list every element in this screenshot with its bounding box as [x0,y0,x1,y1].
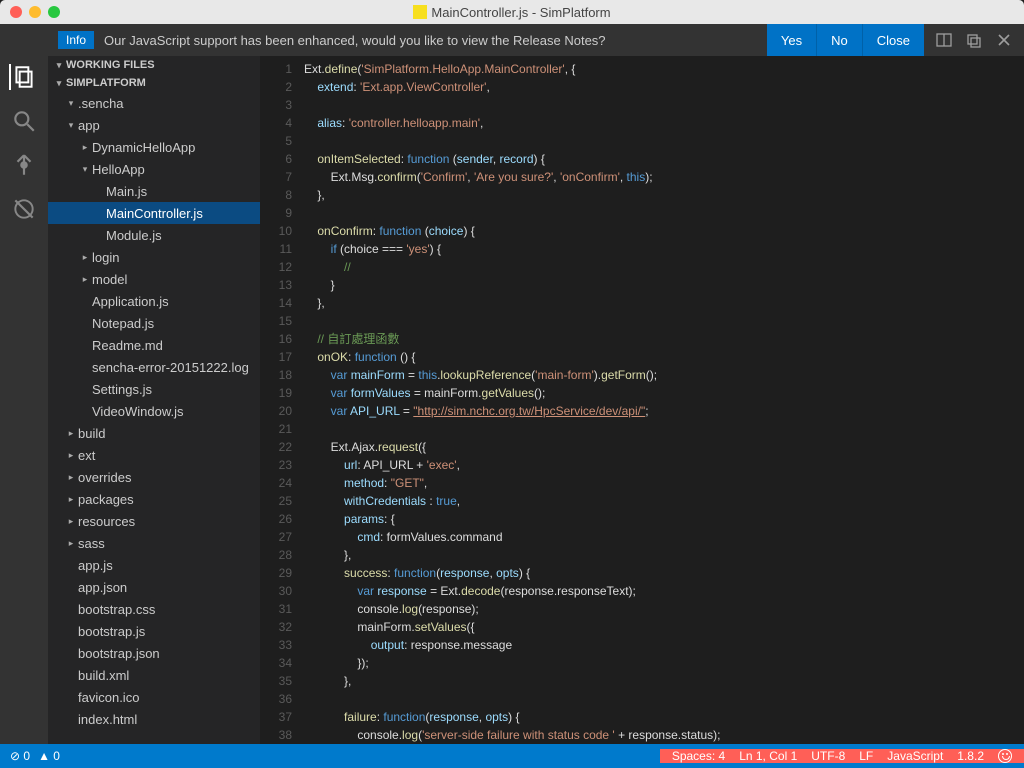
file-item[interactable]: index.html [48,708,260,730]
folder-item[interactable]: ▸sass [48,532,260,554]
sidebar: EXPLORER ▾WORKING FILES ▾SIMPLATFORM ▾.s… [48,24,260,744]
folder-item[interactable]: ▾app [48,114,260,136]
explorer-icon[interactable] [11,64,37,90]
folder-item[interactable]: ▸overrides [48,466,260,488]
titlebar: MainController.js - SimPlatform [0,0,1024,24]
file-item[interactable]: Main.js [48,180,260,202]
status-encoding[interactable]: UTF-8 [811,749,845,763]
folder-item[interactable]: ▸resources [48,510,260,532]
status-errors[interactable]: ⊘ 0 [10,749,30,763]
file-item[interactable]: Notepad.js [48,312,260,334]
file-item[interactable]: Settings.js [48,378,260,400]
info-text: Our JavaScript support has been enhanced… [104,33,767,48]
status-position[interactable]: Ln 1, Col 1 [739,749,797,763]
activity-bar [0,24,48,744]
file-item[interactable]: sencha-error-20151222.log [48,356,260,378]
js-file-icon [413,5,427,19]
working-files-header[interactable]: ▾WORKING FILES [48,56,260,74]
folder-item[interactable]: ▸build [48,422,260,444]
git-icon[interactable] [11,152,37,178]
info-no-button[interactable]: No [816,24,862,56]
file-item[interactable]: Application.js [48,290,260,312]
folder-item[interactable]: ▾.sencha [48,92,260,114]
code-area[interactable]: Ext.define('SimPlatform.HelloApp.MainCon… [304,56,1024,744]
info-yes-button[interactable]: Yes [767,24,816,56]
folder-item[interactable]: ▸model [48,268,260,290]
line-gutter: 1234567891011121314151617181920212223242… [260,56,304,744]
folder-item[interactable]: ▸ext [48,444,260,466]
folder-item[interactable]: ▸login [48,246,260,268]
split-editor-icon[interactable] [936,32,952,48]
file-item[interactable]: app.js [48,554,260,576]
folder-item[interactable]: ▸packages [48,488,260,510]
minimize-window-button[interactable] [29,6,41,18]
folder-item[interactable]: ▾HelloApp [48,158,260,180]
debug-icon[interactable] [11,196,37,222]
status-spaces[interactable]: Spaces: 4 [672,749,725,763]
close-editor-icon[interactable] [996,32,1012,48]
status-bar: ⊘ 0 ▲ 0 Spaces: 4 Ln 1, Col 1 UTF-8 LF J… [0,744,1024,768]
folder-item[interactable]: ▸DynamicHelloApp [48,136,260,158]
overflow-icon[interactable] [966,32,982,48]
file-tree: ▾.sencha▾app▸DynamicHelloApp▾HelloAppMai… [48,92,260,744]
file-item[interactable]: Readme.md [48,334,260,356]
editor[interactable]: 1234567891011121314151617181920212223242… [260,24,1024,744]
file-item[interactable]: Module.js [48,224,260,246]
close-window-button[interactable] [10,6,22,18]
info-badge: Info [58,31,94,49]
feedback-icon[interactable] [998,749,1012,763]
maximize-window-button[interactable] [48,6,60,18]
file-item[interactable]: app.json [48,576,260,598]
file-item[interactable]: MainController.js [48,202,260,224]
window-controls [0,6,60,18]
search-icon[interactable] [11,108,37,134]
status-version: 1.8.2 [957,749,984,763]
project-header[interactable]: ▾SIMPLATFORM [48,74,260,92]
file-item[interactable]: bootstrap.json [48,642,260,664]
file-item[interactable]: bootstrap.css [48,598,260,620]
window-title: MainController.js - SimPlatform [0,5,1024,20]
file-item[interactable]: bootstrap.js [48,620,260,642]
status-language[interactable]: JavaScript [887,749,943,763]
status-eol[interactable]: LF [859,749,873,763]
file-item[interactable]: build.xml [48,664,260,686]
info-bar: Info Our JavaScript support has been enh… [48,24,1024,56]
info-close-button[interactable]: Close [862,24,924,56]
file-item[interactable]: favicon.ico [48,686,260,708]
status-warnings[interactable]: ▲ 0 [38,749,60,763]
file-item[interactable]: VideoWindow.js [48,400,260,422]
